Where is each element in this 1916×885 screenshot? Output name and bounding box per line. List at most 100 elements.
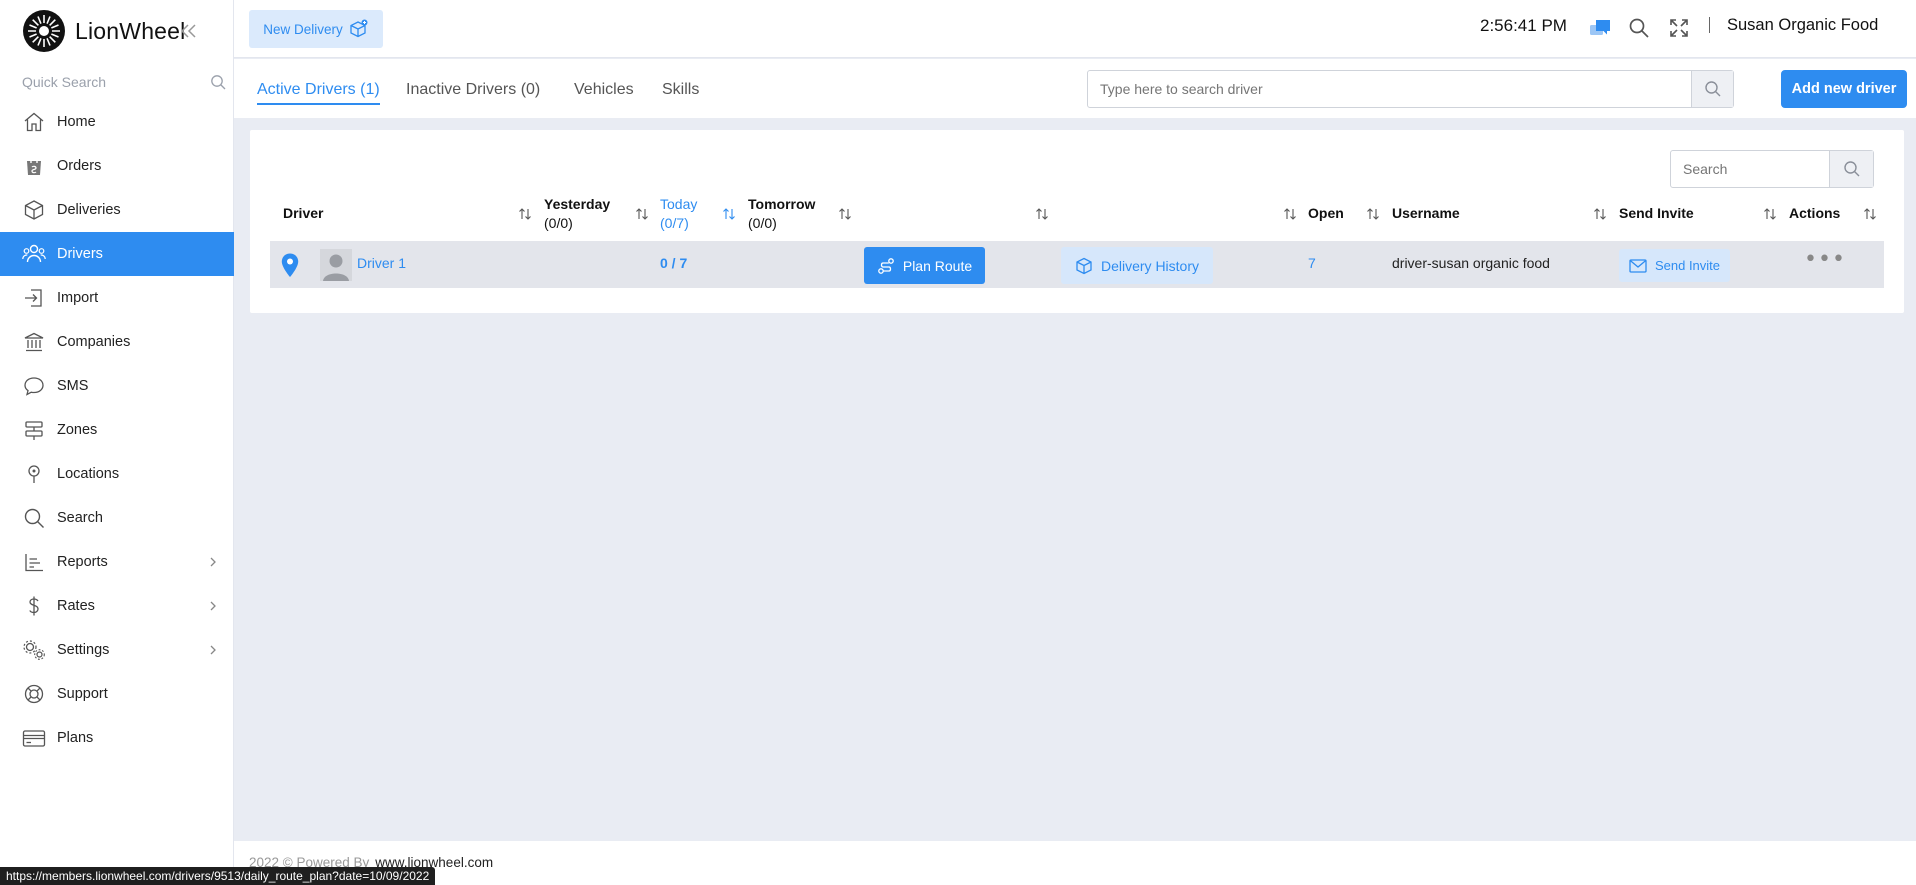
footer: 2022 © Powered By www.lionwheel.com xyxy=(234,841,1916,885)
drivers-tab-bar: Active Drivers (1) Inactive Drivers (0) … xyxy=(234,59,1916,118)
sort-icon[interactable] xyxy=(1283,206,1297,222)
sort-icon[interactable] xyxy=(838,206,852,222)
column-header-send-invite[interactable]: Send Invite xyxy=(1619,204,1694,223)
driver-search-button[interactable] xyxy=(1691,71,1733,107)
search-icon xyxy=(1704,81,1720,97)
chat-icon xyxy=(22,374,46,398)
sort-icon[interactable] xyxy=(1366,206,1380,222)
sidebar-nav: Home Orders Deliveries Drivers Import Co… xyxy=(0,100,234,760)
table-search-button[interactable] xyxy=(1829,151,1873,187)
column-header-driver[interactable]: Driver xyxy=(283,204,323,223)
sidebar-item-sms[interactable]: SMS xyxy=(0,364,234,408)
tab-active-drivers[interactable]: Active Drivers (1) xyxy=(257,81,380,105)
collapse-sidebar-icon[interactable] xyxy=(178,20,200,42)
sidebar: LionWheel Quick Search Home Orders Deliv… xyxy=(0,0,234,885)
search-icon[interactable] xyxy=(210,74,226,90)
lionwheel-logo-icon xyxy=(23,10,65,52)
sidebar-item-companies[interactable]: Companies xyxy=(0,320,234,364)
tab-vehicles[interactable]: Vehicles xyxy=(574,81,634,99)
sidebar-item-drivers[interactable]: Drivers xyxy=(0,232,234,276)
more-actions-icon[interactable]: ••• xyxy=(1804,249,1846,271)
status-bar-url: https://members.lionwheel.com/drivers/95… xyxy=(0,867,436,885)
sort-icon[interactable] xyxy=(635,206,649,222)
sidebar-item-label: SMS xyxy=(57,378,89,394)
sort-icon[interactable] xyxy=(1035,206,1049,222)
driver-name-link[interactable]: Driver 1 xyxy=(357,255,406,271)
open-count[interactable]: 7 xyxy=(1308,255,1316,271)
sidebar-item-label: Companies xyxy=(57,334,131,350)
top-bar: New Delivery 2:56:41 PM Susan Organic Fo… xyxy=(234,0,1916,58)
sidebar-item-reports[interactable]: Reports xyxy=(0,540,234,584)
sidebar-item-zones[interactable]: Zones xyxy=(0,408,234,452)
add-driver-button[interactable]: Add new driver xyxy=(1781,70,1907,108)
quick-search-placeholder: Quick Search xyxy=(22,74,107,90)
driver-search-input[interactable] xyxy=(1088,71,1683,107)
column-header-actions[interactable]: Actions xyxy=(1789,204,1840,223)
header-label: Yesterday xyxy=(544,196,611,212)
sidebar-item-orders[interactable]: Orders xyxy=(0,144,234,188)
column-header-today[interactable]: Today (0/7) xyxy=(660,195,697,233)
table-search xyxy=(1670,150,1874,188)
tab-inactive-drivers[interactable]: Inactive Drivers (0) xyxy=(406,81,540,99)
column-header-open[interactable]: Open xyxy=(1308,204,1344,223)
header-count: (0/7) xyxy=(660,215,689,231)
column-header-tomorrow[interactable]: Tomorrow (0/0) xyxy=(748,195,815,233)
sort-icon[interactable] xyxy=(722,206,736,222)
map-pin-icon[interactable] xyxy=(281,253,299,278)
sidebar-item-label: Support xyxy=(57,686,108,702)
sidebar-item-settings[interactable]: Settings xyxy=(0,628,234,672)
table-row: Driver 1 0 / 7 Plan Route Delivery Histo… xyxy=(270,241,1884,288)
envelope-icon xyxy=(1629,258,1647,273)
bank-icon xyxy=(22,330,46,354)
sidebar-item-label: Zones xyxy=(57,422,98,438)
sort-icon[interactable] xyxy=(1763,206,1777,222)
delivery-history-button[interactable]: Delivery History xyxy=(1061,247,1213,284)
location-pin-icon xyxy=(22,462,46,486)
gears-icon xyxy=(22,638,46,662)
driver-search xyxy=(1087,70,1734,108)
box-icon xyxy=(22,198,46,222)
plan-route-button[interactable]: Plan Route xyxy=(864,247,985,284)
bar-chart-icon xyxy=(22,550,46,574)
users-icon xyxy=(22,242,46,266)
quick-search[interactable]: Quick Search xyxy=(22,70,226,94)
sort-icon[interactable] xyxy=(1863,206,1877,222)
zones-icon xyxy=(22,418,46,442)
sidebar-item-home[interactable]: Home xyxy=(0,100,234,144)
sidebar-item-label: Rates xyxy=(57,598,95,614)
delivery-history-label: Delivery History xyxy=(1100,257,1199,274)
sidebar-item-support[interactable]: Support xyxy=(0,672,234,716)
username: driver-susan organic food xyxy=(1392,255,1550,271)
tab-skills[interactable]: Skills xyxy=(662,81,699,99)
column-header-yesterday[interactable]: Yesterday (0/0) xyxy=(544,195,610,233)
header-label: Today xyxy=(660,196,698,212)
sidebar-item-rates[interactable]: Rates xyxy=(0,584,234,628)
box-plus-icon xyxy=(350,19,368,38)
route-icon xyxy=(878,257,894,274)
column-header-username[interactable]: Username xyxy=(1392,204,1460,223)
table-search-input[interactable] xyxy=(1671,151,1831,187)
sort-icon[interactable] xyxy=(518,206,532,222)
lifebuoy-icon xyxy=(22,682,46,706)
chevron-right-icon xyxy=(210,645,216,655)
sidebar-item-locations[interactable]: Locations xyxy=(0,452,234,496)
fullscreen-icon[interactable] xyxy=(1667,16,1691,40)
logo[interactable]: LionWheel xyxy=(22,10,185,52)
search-icon[interactable] xyxy=(1627,16,1651,40)
today-count[interactable]: 0 / 7 xyxy=(660,255,687,271)
sidebar-item-deliveries[interactable]: Deliveries xyxy=(0,188,234,232)
sidebar-item-label: Settings xyxy=(57,642,110,658)
sidebar-item-search[interactable]: Search xyxy=(0,496,234,540)
new-delivery-button[interactable]: New Delivery xyxy=(249,10,383,48)
sidebar-item-plans[interactable]: Plans xyxy=(0,716,234,760)
user-name[interactable]: Susan Organic Food xyxy=(1727,16,1878,35)
sidebar-item-label: Import xyxy=(57,290,99,306)
avatar xyxy=(320,249,352,281)
sort-icon[interactable] xyxy=(1593,206,1607,222)
import-icon xyxy=(22,286,46,310)
send-invite-button[interactable]: Send Invite xyxy=(1619,249,1730,282)
sidebar-item-label: Reports xyxy=(57,554,108,570)
chat-bubbles-icon[interactable] xyxy=(1588,16,1612,40)
header-label: Tomorrow xyxy=(748,196,816,212)
sidebar-item-import[interactable]: Import xyxy=(0,276,234,320)
